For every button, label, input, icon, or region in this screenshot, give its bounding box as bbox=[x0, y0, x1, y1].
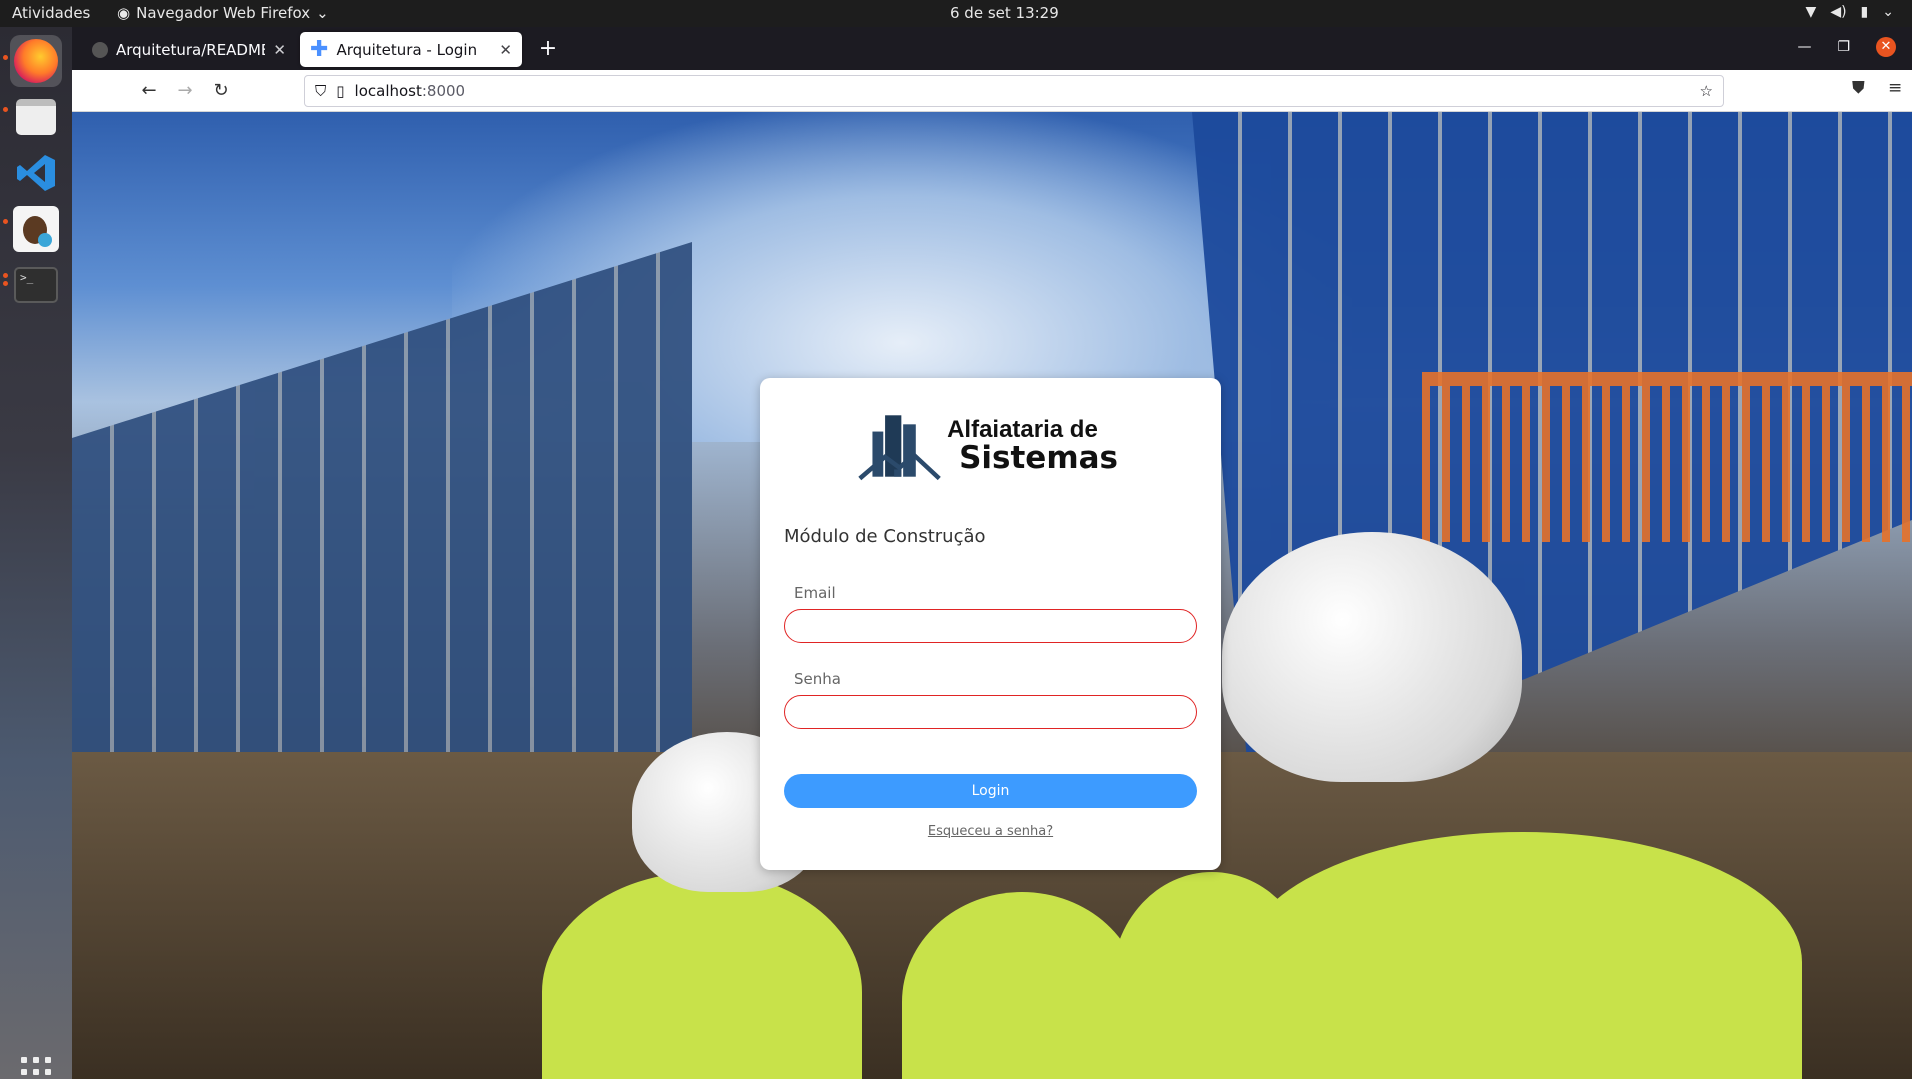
bookmark-star-icon[interactable]: ☆ bbox=[1700, 82, 1713, 100]
vscode-icon bbox=[17, 155, 55, 191]
running-indicator bbox=[3, 107, 8, 112]
page-icon[interactable]: ▯ bbox=[336, 82, 344, 100]
app-menu-label: Navegador Web Firefox bbox=[136, 4, 311, 22]
background-building-left bbox=[72, 242, 692, 802]
back-icon[interactable]: ← bbox=[136, 78, 162, 104]
running-indicator bbox=[3, 281, 8, 286]
page-content: Alfaiataria de Sistemas Módulo de Constr… bbox=[72, 112, 1912, 1079]
tab-strip: Arquitetura/README.md ✕ ✚ Arquitetura - … bbox=[72, 27, 1912, 70]
system-top-bar: Atividades ◉ Navegador Web Firefox ⌄ 6 d… bbox=[0, 0, 1912, 27]
firefox-icon bbox=[14, 39, 58, 83]
terminal-icon: >_ bbox=[14, 267, 58, 303]
password-input[interactable] bbox=[784, 695, 1197, 729]
close-tab-icon[interactable]: ✕ bbox=[499, 41, 512, 59]
plus-favicon-icon: ✚ bbox=[310, 36, 329, 62]
activities-button[interactable]: Atividades bbox=[12, 4, 90, 22]
reload-icon[interactable]: ↻ bbox=[208, 78, 234, 104]
browser-window: Arquitetura/README.md ✕ ✚ Arquitetura - … bbox=[72, 27, 1912, 1079]
dbeaver-icon bbox=[13, 206, 59, 252]
background-helmet bbox=[1222, 532, 1522, 782]
forward-icon[interactable]: → bbox=[172, 78, 198, 104]
dock-files[interactable] bbox=[10, 91, 62, 143]
url-host: localhost bbox=[354, 82, 422, 100]
chevron-down-icon: ⌄ bbox=[1882, 4, 1894, 20]
brand-line2: Sistemas bbox=[959, 440, 1118, 477]
login-card: Alfaiataria de Sistemas Módulo de Constr… bbox=[760, 378, 1221, 870]
dock: >_ bbox=[0, 27, 72, 1079]
forgot-password-link[interactable]: Esqueceu a senha? bbox=[760, 824, 1221, 839]
url-port: :8000 bbox=[421, 82, 466, 100]
tab-readme[interactable]: Arquitetura/README.md ✕ bbox=[82, 32, 296, 67]
dock-dbeaver[interactable] bbox=[10, 203, 62, 255]
wifi-icon: ▼ bbox=[1805, 4, 1817, 20]
battery-icon: ▮ bbox=[1860, 4, 1869, 20]
app-menu[interactable]: ◉ Navegador Web Firefox ⌄ bbox=[117, 4, 329, 22]
show-apps-icon[interactable] bbox=[21, 1057, 51, 1079]
dock-terminal[interactable]: >_ bbox=[10, 259, 62, 311]
close-tab-icon[interactable]: ✕ bbox=[273, 41, 286, 59]
email-label: Email bbox=[794, 584, 836, 602]
brand-logo: Alfaiataria de Sistemas bbox=[858, 406, 1118, 486]
volume-icon: ◀) bbox=[1830, 4, 1847, 20]
buildings-logo-icon bbox=[858, 415, 941, 481]
system-tray[interactable]: ▼ ◀) ▮ ⌄ bbox=[1806, 4, 1894, 20]
close-window-icon[interactable]: ✕ bbox=[1876, 37, 1896, 57]
tab-title: Arquitetura - Login bbox=[336, 40, 478, 59]
window-controls: — ❐ ✕ bbox=[1797, 37, 1896, 57]
github-icon bbox=[92, 41, 108, 58]
firefox-small-icon: ◉ bbox=[117, 4, 131, 22]
shield-icon[interactable]: ⛉ bbox=[315, 82, 326, 100]
menu-icon[interactable]: ≡ bbox=[1888, 78, 1902, 98]
background-scaffold bbox=[1422, 372, 1912, 542]
background-worker bbox=[1242, 832, 1802, 1079]
password-label: Senha bbox=[794, 670, 841, 688]
module-title: Módulo de Construção bbox=[784, 526, 986, 547]
navigation-bar: ← → ↻ ⛉ ▯ localhost:8000 ☆ ⛊ ≡ bbox=[72, 70, 1912, 112]
dock-firefox[interactable] bbox=[10, 35, 62, 87]
restore-icon[interactable]: ❐ bbox=[1837, 39, 1850, 55]
pocket-icon[interactable]: ⛊ bbox=[1852, 78, 1865, 98]
running-indicator bbox=[3, 273, 8, 278]
new-tab-button[interactable]: + bbox=[534, 35, 562, 63]
dock-vscode[interactable] bbox=[10, 147, 62, 199]
tab-login[interactable]: ✚ Arquitetura - Login ✕ bbox=[300, 32, 522, 67]
email-input[interactable] bbox=[784, 609, 1197, 643]
running-indicator bbox=[3, 219, 8, 224]
minimize-icon[interactable]: — bbox=[1797, 39, 1811, 55]
brand-line1: Alfaiataria de bbox=[947, 416, 1098, 444]
running-indicator bbox=[3, 55, 8, 60]
tab-title: Arquitetura/README.md bbox=[116, 40, 265, 59]
chevron-down-icon: ⌄ bbox=[316, 4, 329, 22]
login-button[interactable]: Login bbox=[784, 774, 1197, 808]
clock[interactable]: 6 de set 13:29 bbox=[950, 4, 1059, 22]
files-icon bbox=[16, 99, 56, 135]
url-bar[interactable]: ⛉ ▯ localhost:8000 ☆ bbox=[304, 75, 1724, 107]
